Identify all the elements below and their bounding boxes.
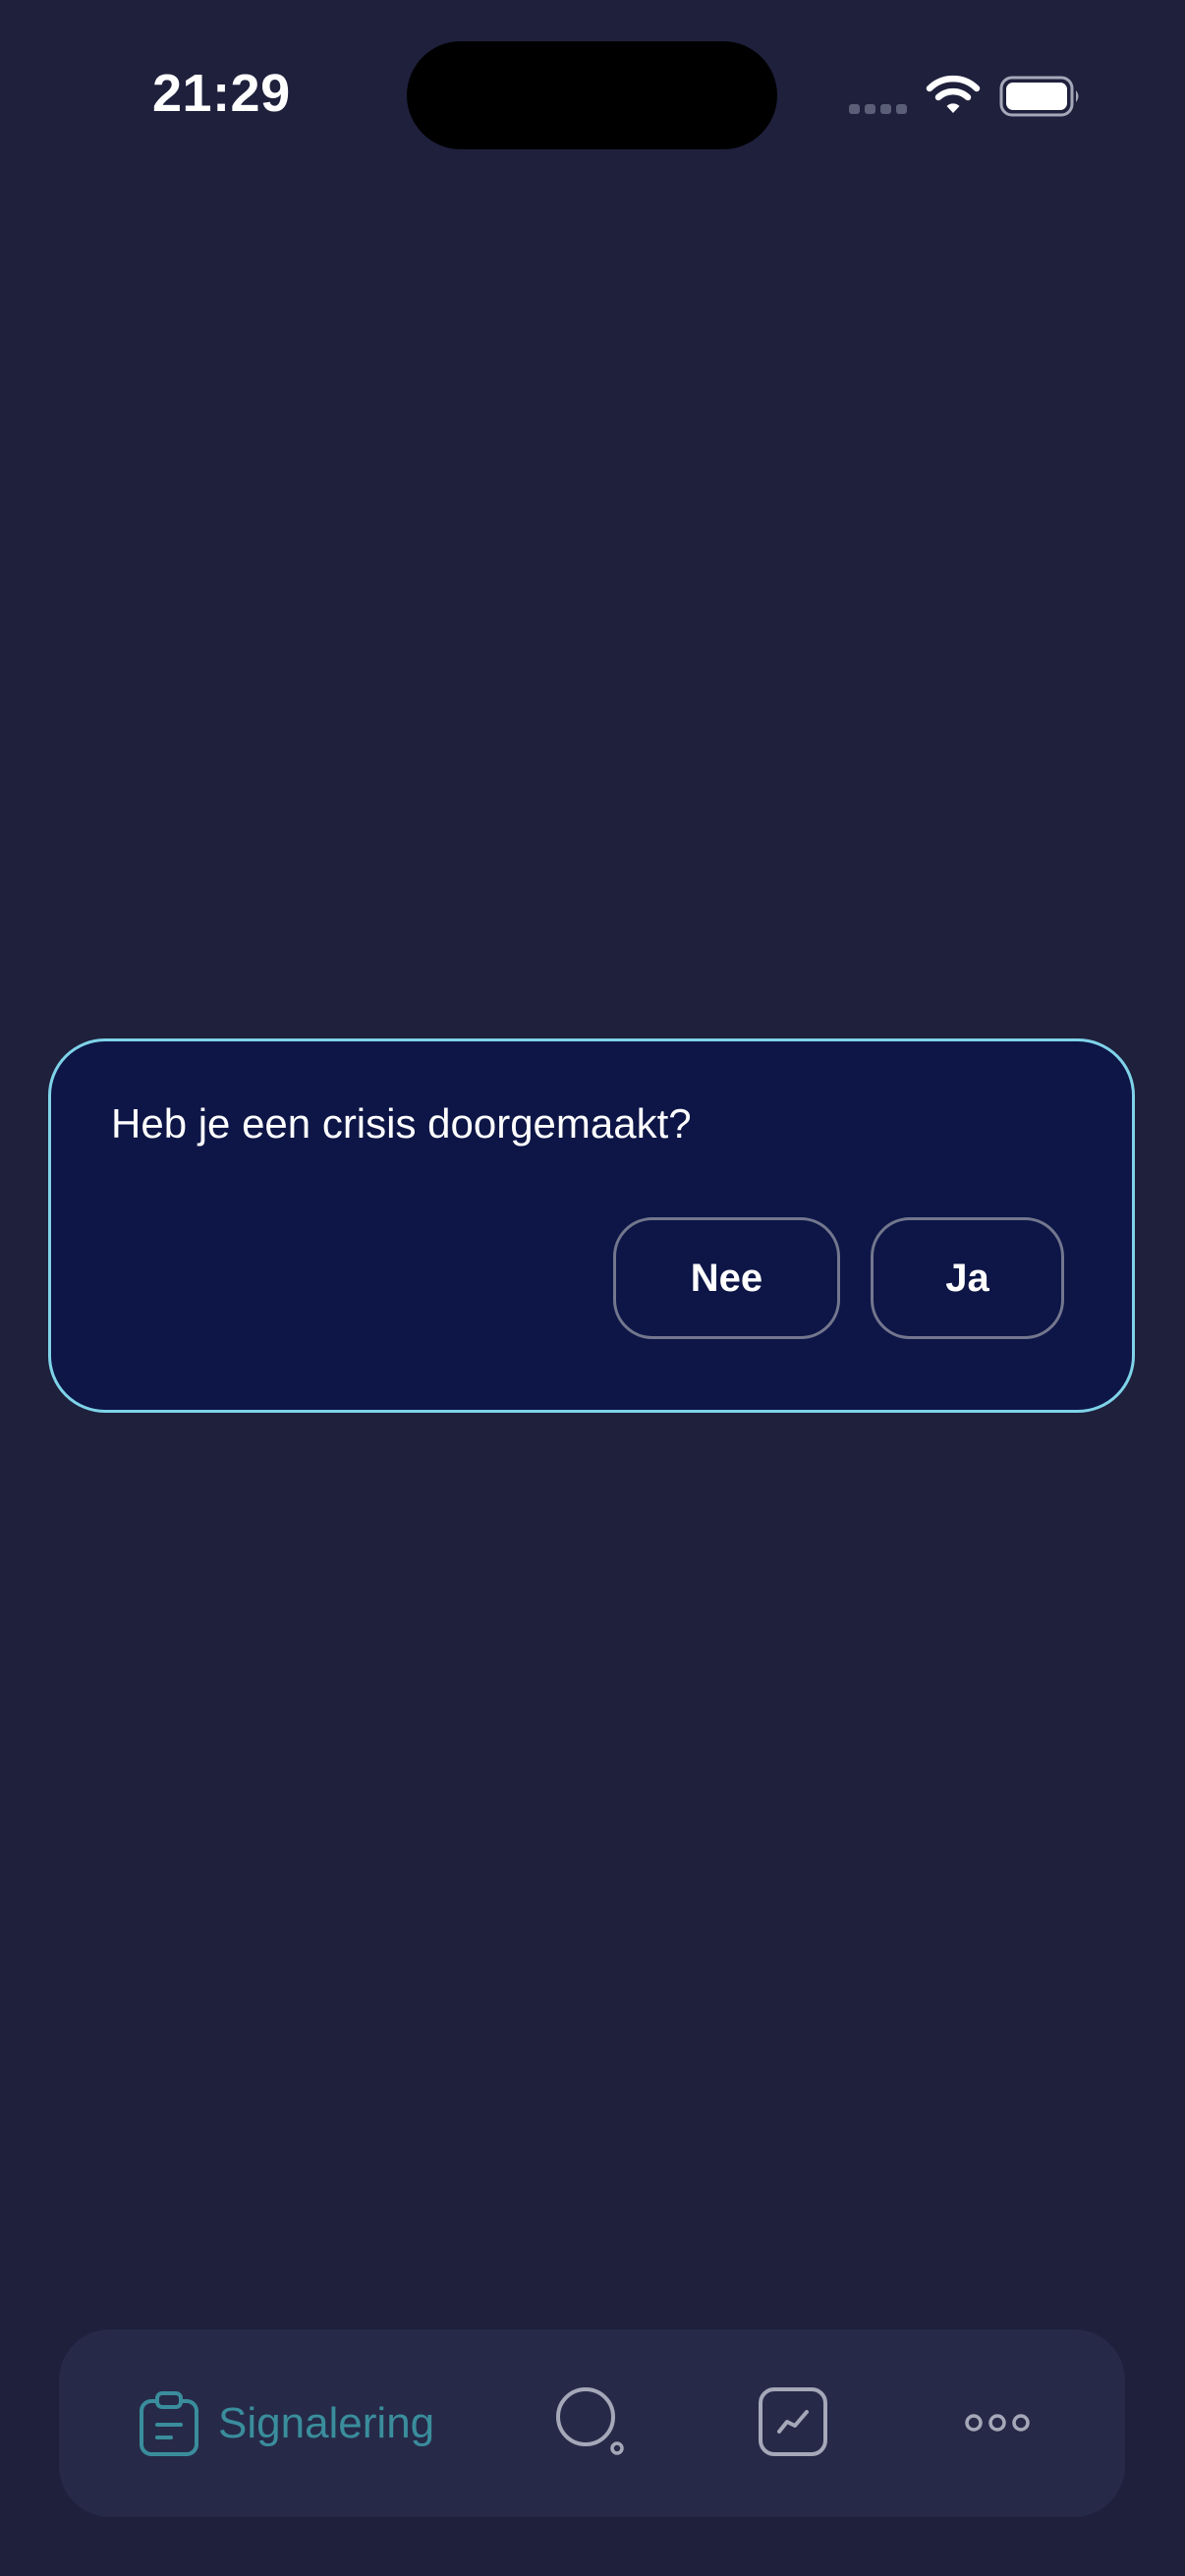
battery-full-icon (999, 76, 1079, 117)
bottom-tab-bar: Signalering (59, 2329, 1125, 2517)
more-icon (965, 2414, 1030, 2432)
chart-icon (759, 2387, 827, 2456)
tab-signalering-label: Signalering (218, 2399, 435, 2447)
dialog-question: Heb je een crisis doorgemaakt? (111, 1100, 692, 1147)
search-icon (556, 2387, 624, 2455)
yes-button[interactable]: Ja (871, 1217, 1064, 1339)
status-time: 21:29 (152, 64, 291, 123)
screen: 21:29 Heb je een crisis doorgemaakt? Nee… (0, 0, 1185, 2576)
tab-search[interactable] (554, 2385, 629, 2460)
tab-signalering[interactable]: Signalering (138, 2389, 434, 2458)
tab-more[interactable] (964, 2412, 1031, 2434)
cellular-signal-icon (849, 104, 907, 114)
dynamic-island (407, 41, 777, 149)
wifi-icon (926, 75, 981, 113)
tab-chart[interactable] (758, 2386, 828, 2457)
crisis-question-dialog: Heb je een crisis doorgemaakt? Nee Ja (48, 1038, 1135, 1413)
clipboard-icon (140, 2391, 198, 2456)
no-button[interactable]: Nee (613, 1217, 840, 1339)
